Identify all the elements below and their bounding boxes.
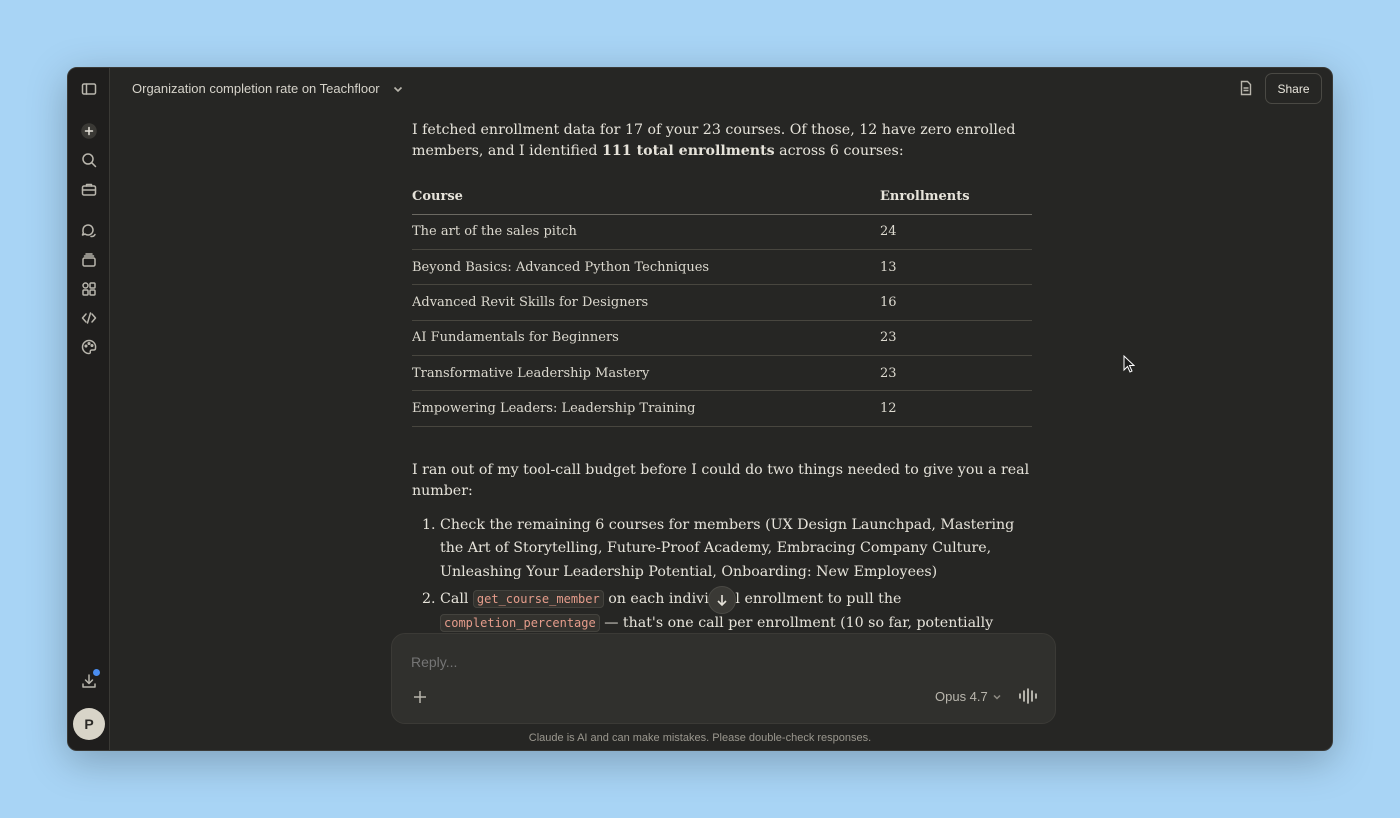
column-header-course: Course <box>412 180 880 215</box>
arrow-down-icon <box>717 595 727 607</box>
course-cell: The art of the sales pitch <box>412 214 880 250</box>
todo-list: Check the remaining 6 courses for member… <box>412 514 1032 636</box>
inline-code: get_course_member <box>472 590 604 609</box>
voice-icon <box>1019 688 1037 704</box>
list-text: Call <box>440 591 473 608</box>
course-cell: Empowering Leaders: Leadership Training <box>412 390 880 427</box>
new-chat-icon[interactable] <box>79 121 99 141</box>
chat-title-text: Organization completion rate on Teachflo… <box>132 81 380 96</box>
table-row: Transformative Leadership Mastery 23 <box>412 355 1032 392</box>
scroll-to-bottom-button[interactable] <box>708 586 736 614</box>
model-selector[interactable]: Opus 4.7 <box>935 689 1002 704</box>
course-cell: Beyond Basics: Advanced Python Technique… <box>412 249 880 286</box>
table-row: Beyond Basics: Advanced Python Technique… <box>412 249 1032 286</box>
composer: Opus 4.7 <box>391 633 1056 724</box>
intro-paragraph: I fetched enrollment data for 17 of your… <box>412 120 1032 162</box>
budget-paragraph: I ran out of my tool-call budget before … <box>412 461 1030 499</box>
table-row: Empowering Leaders: Leadership Training … <box>412 390 1032 427</box>
enrollment-cell: 12 <box>880 390 1032 427</box>
enrollment-cell: 16 <box>880 284 1032 321</box>
intro-text-2: across 6 courses: <box>774 143 904 159</box>
table-header-row: Course Enrollments <box>412 180 1032 215</box>
list-item: Check the remaining 6 courses for member… <box>440 514 1032 585</box>
chat-title[interactable]: Organization completion rate on Teachflo… <box>132 81 404 96</box>
mouse-cursor-icon <box>1123 355 1135 373</box>
code-icon[interactable] <box>79 308 99 328</box>
table-row: AI Fundamentals for Beginners 23 <box>412 320 1032 357</box>
sidebar: P <box>68 68 110 750</box>
chevron-down-icon <box>393 86 402 92</box>
enrollment-cell: 23 <box>880 355 1032 392</box>
enrollment-table: Course Enrollments The art of the sales … <box>412 180 1032 427</box>
projects-icon[interactable] <box>79 250 99 270</box>
list-text: on each individual enrollment to pull th… <box>603 591 902 608</box>
plus-icon <box>414 691 426 703</box>
disclaimer: Claude is AI and can make mistakes. Plea… <box>528 732 872 744</box>
course-cell: AI Fundamentals for Beginners <box>412 320 880 357</box>
enrollment-cell: 23 <box>880 320 1032 357</box>
inline-code: completion_percentage <box>440 613 600 632</box>
list-item: Call get_course_member on each individua… <box>440 588 1032 636</box>
intro-bold: 111 total enrollments <box>602 143 775 159</box>
model-name: Opus 4.7 <box>935 689 988 704</box>
add-attachment-button[interactable] <box>412 689 430 707</box>
search-icon[interactable] <box>79 150 99 170</box>
document-icon[interactable] <box>1238 80 1256 98</box>
table-row: Advanced Revit Skills for Designers 16 <box>412 284 1032 321</box>
enrollment-cell: 24 <box>880 214 1032 250</box>
top-bar: Organization completion rate on Teachflo… <box>111 68 1332 110</box>
palette-icon[interactable] <box>79 337 99 357</box>
course-cell: Transformative Leadership Mastery <box>412 355 880 392</box>
voice-mode-button[interactable] <box>1018 688 1038 706</box>
notification-badge <box>92 668 101 677</box>
artifacts-icon[interactable] <box>79 279 99 299</box>
app-window: P Organization completion rate on Teachf… <box>67 67 1333 751</box>
course-cell: Advanced Revit Skills for Designers <box>412 284 880 321</box>
reply-input[interactable] <box>411 654 911 670</box>
chevron-down-icon <box>993 694 1001 700</box>
share-button[interactable]: Share <box>1265 73 1322 104</box>
sidebar-toggle-icon[interactable] <box>79 79 99 99</box>
table-row: The art of the sales pitch 24 <box>412 214 1032 250</box>
column-header-enrollments: Enrollments <box>880 180 1032 215</box>
chats-icon[interactable] <box>79 221 99 241</box>
briefcase-icon[interactable] <box>79 179 99 199</box>
enrollment-cell: 13 <box>880 249 1032 286</box>
assistant-message: I fetched enrollment data for 17 of your… <box>412 120 1032 636</box>
